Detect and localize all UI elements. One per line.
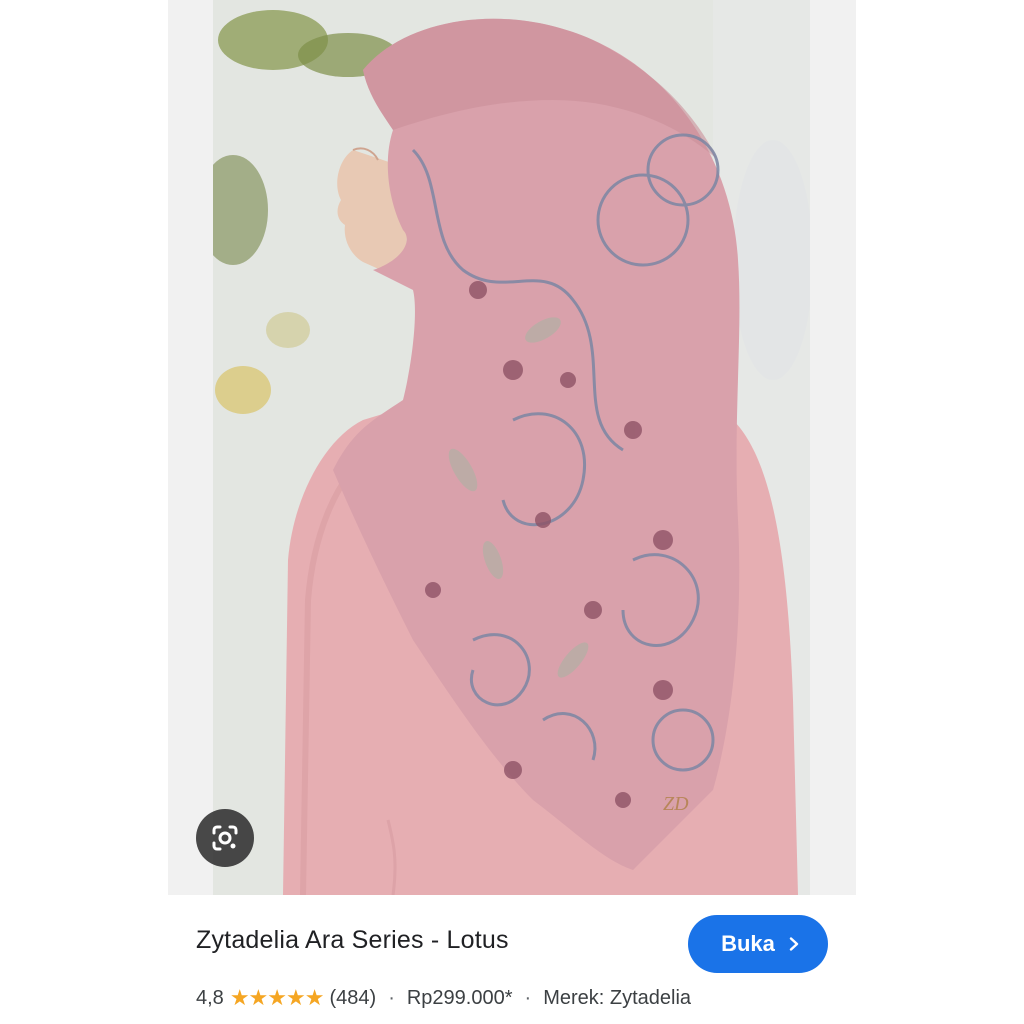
open-button-label: Buka bbox=[721, 931, 775, 956]
hijab-photo-illustration: ZD bbox=[213, 0, 810, 895]
review-count: (484) bbox=[329, 986, 377, 1009]
product-title[interactable]: Zytadelia Ara Series - Lotus bbox=[196, 926, 509, 955]
product-result-card: ZD Zytadelia Ara Series - Lotus Buka 4,8 bbox=[0, 0, 1024, 1024]
product-photo[interactable]: ZD bbox=[213, 0, 810, 895]
star-icon: ★ bbox=[286, 985, 306, 1010]
separator-dot: · bbox=[388, 986, 395, 1009]
product-meta-row: 4,8 ★ ★ ★ ★ ★ (484) · Rp299.000* · Merek… bbox=[196, 984, 691, 1012]
image-area: ZD bbox=[0, 0, 1024, 895]
google-lens-icon bbox=[212, 825, 238, 851]
product-price: Rp299.000* bbox=[406, 986, 513, 1009]
rating-value: 4,8 bbox=[196, 986, 224, 1009]
separator-dot: · bbox=[524, 986, 532, 1009]
open-button[interactable]: Buka bbox=[688, 915, 828, 973]
product-brand: Merek: Zytadelia bbox=[543, 986, 692, 1009]
chevron-right-icon bbox=[789, 937, 799, 951]
svg-text:ZD: ZD bbox=[663, 793, 689, 815]
visual-search-button[interactable] bbox=[196, 809, 254, 867]
rating-stars: ★ ★ ★ ★ ★ bbox=[229, 985, 325, 1011]
star-icon: ★ bbox=[229, 985, 250, 1010]
star-icon: ★ bbox=[267, 985, 287, 1010]
star-icon: ★ bbox=[304, 985, 325, 1010]
star-icon: ★ bbox=[248, 985, 269, 1010]
product-image-frame[interactable]: ZD bbox=[168, 0, 856, 895]
